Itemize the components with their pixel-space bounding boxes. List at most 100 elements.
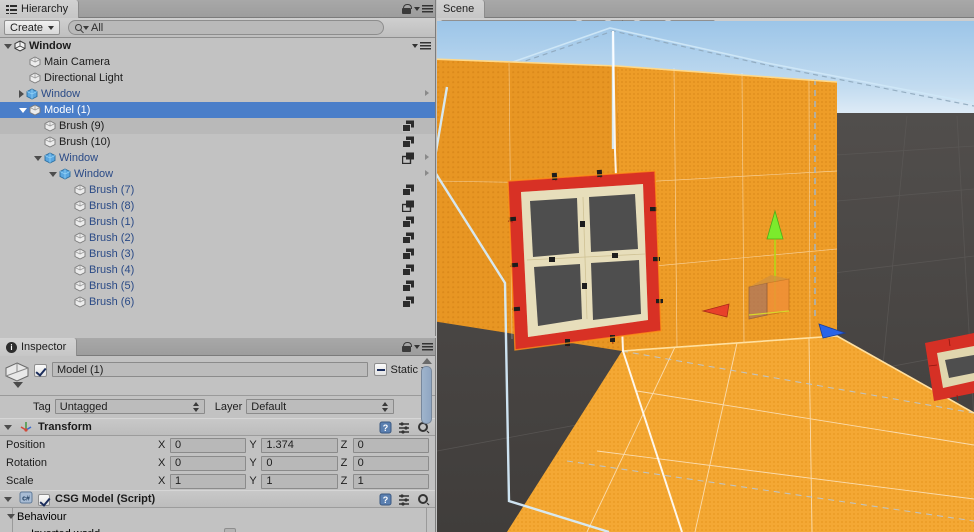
object-active-checkbox[interactable]: [34, 363, 47, 377]
hierarchy-item-brush-5[interactable]: Brush (5): [0, 278, 435, 294]
tag-layer-row: Tag Untagged Layer Default: [0, 396, 435, 414]
search-input[interactable]: All: [68, 20, 385, 35]
layer-dropdown[interactable]: Default: [246, 399, 395, 414]
chevron-down-icon[interactable]: [4, 496, 12, 502]
create-button[interactable]: Create: [4, 20, 61, 35]
hierarchy-item-brush-8[interactable]: Brush (8): [0, 198, 435, 214]
chevron-down-icon[interactable]: [34, 155, 42, 161]
behaviour-foldout[interactable]: Behaviour: [7, 508, 426, 525]
chevron-right-icon[interactable]: [19, 90, 24, 98]
gameobject-icon: [29, 56, 41, 68]
layers-icon: [402, 264, 415, 276]
hierarchy-item-brush-4[interactable]: Brush (4): [0, 262, 435, 278]
hierarchy-root-row[interactable]: Window: [0, 38, 435, 54]
chevron-down-icon[interactable]: [19, 107, 27, 113]
hierarchy-item-window[interactable]: Window: [0, 86, 435, 102]
tab-inspector[interactable]: i Inspector: [0, 338, 78, 356]
help-icon[interactable]: ?: [379, 421, 393, 434]
layers-icon: [402, 296, 415, 308]
svg-text:?: ?: [383, 495, 389, 505]
inverted-world-label: Inverted world: [31, 528, 100, 532]
hierarchy-item-label: Brush (8): [89, 200, 135, 212]
tab-hierarchy[interactable]: Hierarchy: [0, 0, 80, 18]
gameobject-icon: [29, 72, 41, 84]
chevron-down-icon[interactable]: [7, 514, 15, 519]
csg-model-enabled-checkbox[interactable]: [38, 493, 50, 506]
transform-component-header[interactable]: Transform ?: [0, 418, 435, 436]
transform-rotation-y-field[interactable]: 0: [261, 455, 338, 471]
hierarchy-tree[interactable]: Window Main Camera Directional Light Windo…: [0, 38, 435, 333]
hierarchy-item-directional-light[interactable]: Directional Light: [0, 70, 435, 86]
object-name-field[interactable]: Model (1): [52, 362, 369, 377]
prefab-badge-icon: [401, 152, 415, 165]
lock-icon[interactable]: [402, 4, 412, 14]
csg-model-component-header[interactable]: c# CSG Model (Script) ?: [0, 490, 435, 508]
hierarchy-item-brush-2[interactable]: Brush (2): [0, 230, 435, 246]
create-button-label: Create: [10, 21, 44, 34]
svg-text:?: ?: [383, 423, 389, 433]
layers-icon: [402, 232, 415, 244]
hierarchy-item-window[interactable]: Window: [0, 166, 435, 182]
axis-key-x: X: [158, 439, 166, 451]
gameobject-icon: [74, 232, 86, 244]
chevron-down-icon[interactable]: [4, 424, 12, 430]
gameobject-icon: [74, 280, 86, 292]
preset-icon[interactable]: [398, 421, 412, 434]
hierarchy-item-window[interactable]: Window: [0, 150, 435, 166]
scroll-up-arrow-icon[interactable]: [421, 358, 432, 364]
help-icon[interactable]: ?: [379, 493, 393, 506]
lock-icon[interactable]: [402, 342, 412, 352]
scrollbar-thumb[interactable]: [421, 366, 432, 424]
transform-rotation-z-field[interactable]: 0: [352, 455, 429, 471]
transform-icon: [19, 419, 33, 435]
hierarchy-item-brush-1[interactable]: Brush (1): [0, 214, 435, 230]
gameobject-icon: [44, 120, 56, 132]
transform-scale-x-field[interactable]: 1: [170, 473, 247, 489]
inspector-scrollbar[interactable]: [420, 358, 433, 529]
csg-model-body: Behaviour Inverted world: [7, 508, 427, 532]
chevron-down-icon[interactable]: [49, 171, 57, 177]
hierarchy-item-brush-10[interactable]: Brush (10): [0, 134, 435, 150]
hierarchy-item-label: Brush (6): [89, 296, 135, 308]
tab-scene[interactable]: Scene: [437, 0, 486, 18]
transform-position-z-field[interactable]: 0: [352, 437, 429, 453]
hierarchy-item-model-1[interactable]: Model (1): [0, 102, 435, 118]
hierarchy-item-brush-7[interactable]: Brush (7): [0, 182, 435, 198]
chevron-right-icon[interactable]: [425, 90, 429, 96]
gameobject-icon: [29, 104, 41, 116]
inverted-world-checkbox[interactable]: [224, 527, 236, 532]
hierarchy-item-main-camera[interactable]: Main Camera: [0, 54, 435, 70]
hamburger-menu-icon[interactable]: [414, 343, 433, 351]
layers-icon: [402, 120, 415, 132]
tag-dropdown[interactable]: Untagged: [54, 399, 205, 414]
transform-position-x-field[interactable]: 0: [170, 437, 247, 453]
scene-viewport[interactable]: [437, 21, 974, 532]
chevron-right-icon[interactable]: [425, 170, 429, 176]
transform-rotation-x-field[interactable]: 0: [170, 455, 247, 471]
scene-panel: Scene Shaded 2D: [437, 0, 974, 532]
hierarchy-item-brush-3[interactable]: Brush (3): [0, 246, 435, 262]
preset-icon[interactable]: [398, 493, 412, 506]
chevron-down-icon[interactable]: [4, 43, 12, 49]
layer-label: Layer: [214, 400, 243, 413]
transform-rows: Position X 0 Y 1.374 Z 0 Rotation X 0 Y 0 Z 0 Scale X 1 Y…: [0, 436, 435, 490]
chevron-right-icon[interactable]: [425, 154, 429, 160]
transform-row-scale: Scale X 1 Y 1 Z 1: [0, 472, 435, 490]
transform-scale-y-field[interactable]: 1: [261, 473, 338, 489]
transform-position-y-field[interactable]: 1.374: [261, 437, 338, 453]
transform-scale-z-field[interactable]: 1: [352, 473, 429, 489]
field-value: 1: [266, 475, 273, 487]
hierarchy-item-brush-6[interactable]: Brush (6): [0, 294, 435, 310]
axis-key-y: Y: [249, 457, 257, 469]
static-checkbox[interactable]: [374, 363, 388, 376]
search-icon: [75, 24, 90, 31]
hamburger-menu-icon[interactable]: [414, 5, 433, 13]
hierarchy-row-menu-icon[interactable]: [412, 42, 431, 50]
chevron-down-icon[interactable]: [13, 382, 23, 388]
hierarchy-item-brush-9[interactable]: Brush (9): [0, 118, 435, 134]
